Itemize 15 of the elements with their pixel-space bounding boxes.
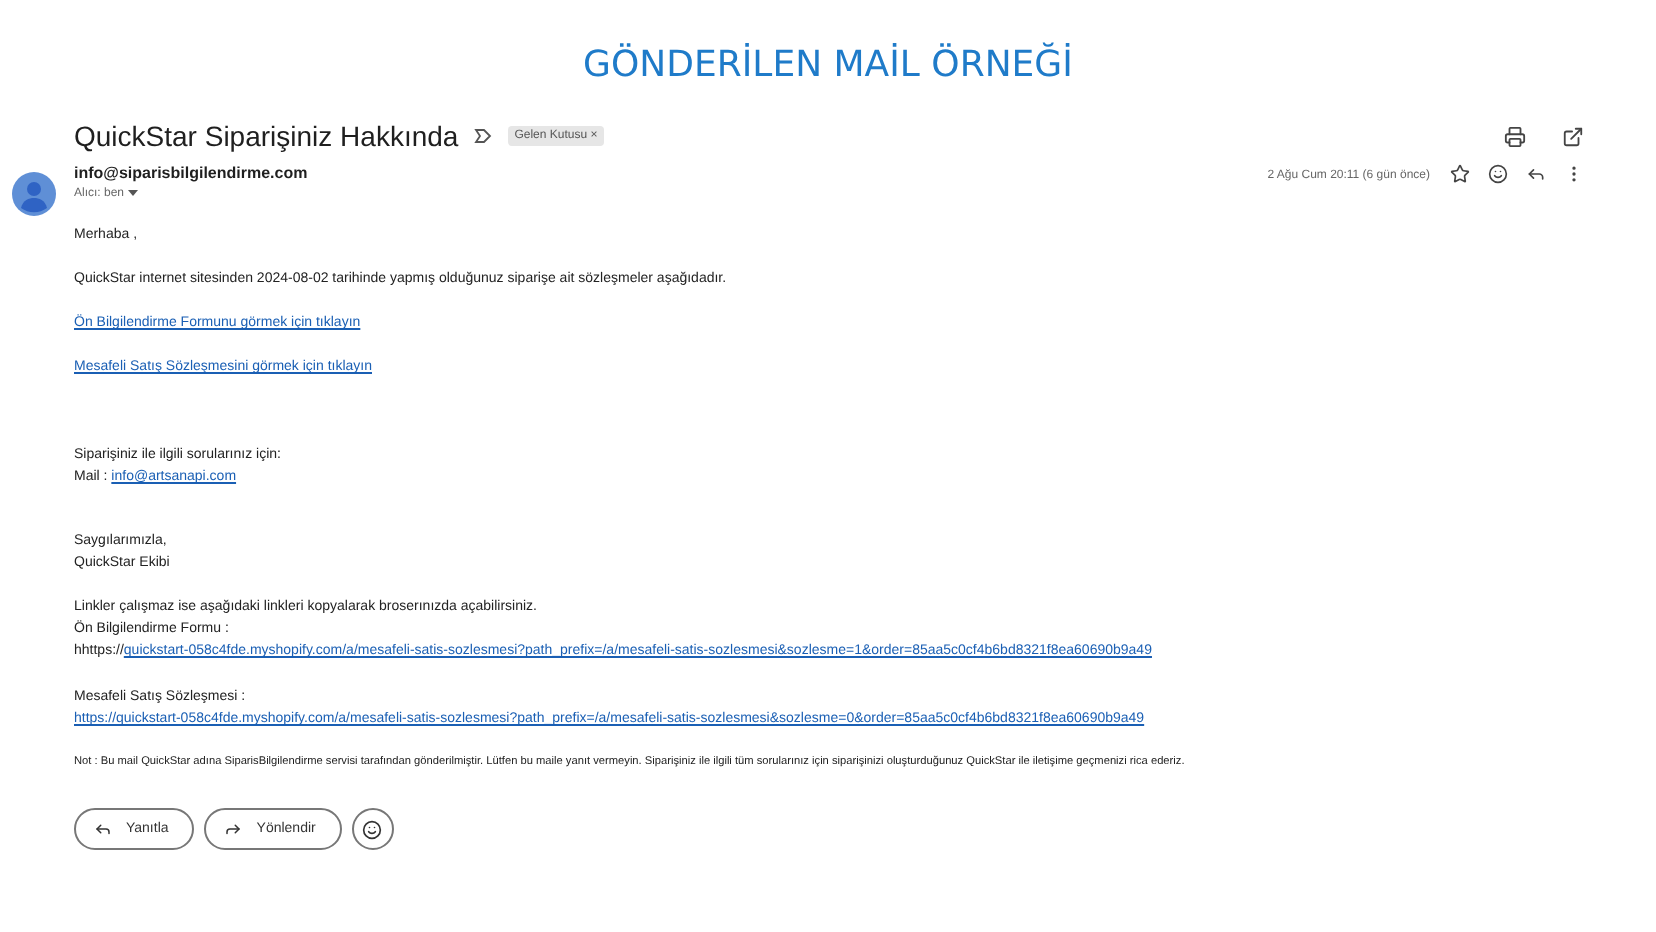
reply-icon[interactable] bbox=[1526, 164, 1546, 184]
emoji-icon[interactable] bbox=[1488, 164, 1508, 184]
emoji-button[interactable] bbox=[351, 808, 394, 850]
avatar-icon bbox=[12, 172, 56, 216]
sender-address: info@siparisbilgilendirme.com bbox=[74, 164, 308, 182]
star-icon[interactable] bbox=[1450, 164, 1470, 184]
emoji-icon bbox=[362, 819, 383, 839]
print-icon[interactable] bbox=[1504, 125, 1526, 147]
email-subject: QuickStar Siparişiniz Hakkında bbox=[74, 120, 459, 152]
reply-icon bbox=[94, 820, 112, 838]
page-heading: GÖNDERİLEN MAİL ÖRNEĞİ bbox=[581, 40, 1075, 90]
external-link-icon[interactable] bbox=[1562, 125, 1584, 147]
forward-icon bbox=[224, 820, 243, 838]
important-marker-icon[interactable] bbox=[474, 128, 493, 144]
caret-icon[interactable] bbox=[128, 190, 139, 198]
